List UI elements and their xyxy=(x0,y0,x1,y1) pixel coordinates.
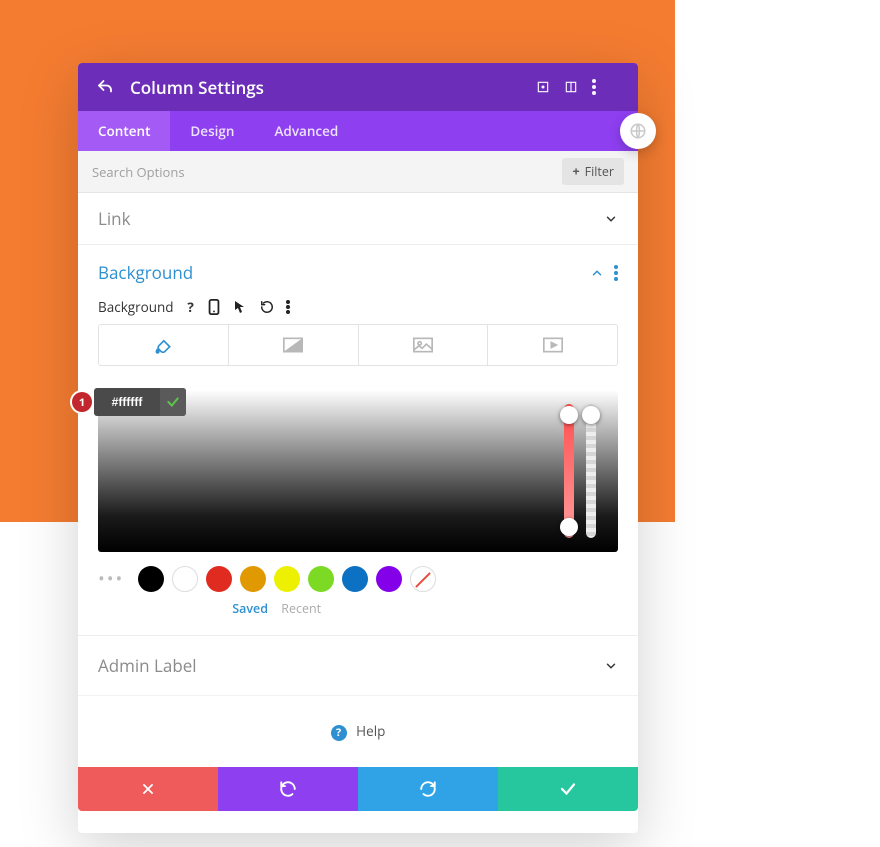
help-circle-icon: ? xyxy=(331,725,347,741)
help-icon[interactable]: ? xyxy=(182,298,200,316)
swatch-tab-recent[interactable]: Recent xyxy=(281,600,321,617)
section-background: Background Background ? xyxy=(78,245,638,372)
modal-title: Column Settings xyxy=(130,76,536,99)
section-background-title: Background xyxy=(98,261,193,284)
back-arrow-icon xyxy=(96,78,114,96)
swatch-black[interactable] xyxy=(138,566,164,592)
color-picker: 1 xyxy=(98,390,618,552)
background-field-label: Background xyxy=(98,298,174,316)
bg-tab-image[interactable] xyxy=(359,325,489,365)
swatch-set-tabs: Saved Recent xyxy=(78,594,638,635)
globe-button[interactable] xyxy=(620,113,656,149)
bg-tab-gradient[interactable] xyxy=(229,325,359,365)
swatch-row: ••• xyxy=(78,552,638,594)
section-link[interactable]: Link xyxy=(78,193,638,245)
redo-button[interactable] xyxy=(358,767,498,811)
tab-design[interactable]: Design xyxy=(170,111,254,151)
filter-button-label: Filter xyxy=(585,163,614,180)
search-options-row: Search Options + Filter xyxy=(78,151,638,193)
swatch-white[interactable] xyxy=(172,566,198,592)
layout-icon xyxy=(564,80,578,94)
annotation-badge: 1 xyxy=(72,392,92,412)
modal-footer xyxy=(78,767,638,811)
tab-advanced[interactable]: Advanced xyxy=(254,111,358,151)
cancel-button[interactable] xyxy=(78,767,218,811)
hover-icon[interactable] xyxy=(234,300,252,314)
swatch-red[interactable] xyxy=(206,566,232,592)
bg-tab-video[interactable] xyxy=(488,325,617,365)
swatch-purple[interactable] xyxy=(376,566,402,592)
column-settings-modal: Column Settings Content Design Advanced … xyxy=(78,63,638,811)
swatch-tab-saved[interactable]: Saved xyxy=(138,600,268,617)
undo-icon xyxy=(279,780,297,798)
paint-bucket-icon xyxy=(153,335,173,355)
hue-slider-knob-bottom[interactable] xyxy=(560,518,578,536)
swatch-blue[interactable] xyxy=(342,566,368,592)
hex-input[interactable] xyxy=(94,395,160,409)
check-icon xyxy=(559,780,577,798)
search-options-input[interactable]: Search Options xyxy=(92,163,562,181)
undo-button[interactable] xyxy=(218,767,358,811)
alpha-slider[interactable] xyxy=(586,404,596,538)
background-type-tabs xyxy=(98,324,618,366)
save-button[interactable] xyxy=(498,767,638,811)
expand-icon xyxy=(536,80,550,94)
chevron-down-icon xyxy=(604,212,618,226)
kebab-icon xyxy=(592,79,596,95)
hex-confirm-button[interactable] xyxy=(160,388,186,416)
help-row: ? Help xyxy=(78,695,638,767)
plus-icon: + xyxy=(572,163,579,180)
hue-slider-knob-top[interactable] xyxy=(560,406,578,424)
kebab-icon xyxy=(614,265,618,281)
check-icon xyxy=(166,395,180,409)
section-admin-label-title: Admin Label xyxy=(98,654,197,677)
hex-input-group xyxy=(94,388,186,416)
swatch-more-button[interactable]: ••• xyxy=(98,567,124,591)
color-picker-canvas[interactable] xyxy=(98,390,618,552)
globe-icon xyxy=(629,122,647,140)
reset-icon[interactable] xyxy=(260,300,278,314)
section-more-button[interactable] xyxy=(614,265,618,281)
expand-button[interactable] xyxy=(536,80,564,94)
settings-tabs: Content Design Advanced xyxy=(78,111,638,151)
more-button[interactable] xyxy=(592,79,620,95)
alpha-slider-knob[interactable] xyxy=(582,406,600,424)
swatch-none[interactable] xyxy=(410,566,436,592)
swatch-orange[interactable] xyxy=(240,566,266,592)
image-icon xyxy=(413,337,433,353)
modal-header: Column Settings xyxy=(78,63,638,111)
collapse-background-button[interactable] xyxy=(590,266,604,280)
back-button[interactable] xyxy=(96,78,120,96)
bg-tab-color[interactable] xyxy=(99,325,229,365)
layout-button[interactable] xyxy=(564,80,592,94)
responsive-icon[interactable] xyxy=(208,299,226,315)
section-link-title: Link xyxy=(98,207,131,230)
swatch-green[interactable] xyxy=(308,566,334,592)
video-icon xyxy=(543,337,563,353)
filter-button[interactable]: + Filter xyxy=(562,158,624,185)
swatch-yellow[interactable] xyxy=(274,566,300,592)
tab-content[interactable]: Content xyxy=(78,111,170,151)
close-icon xyxy=(141,782,155,796)
section-admin-label[interactable]: Admin Label xyxy=(78,635,638,695)
chevron-down-icon xyxy=(604,659,618,673)
redo-icon xyxy=(419,780,437,798)
field-more-button[interactable] xyxy=(286,300,304,314)
gradient-icon xyxy=(283,337,303,353)
hue-slider[interactable] xyxy=(564,404,574,538)
help-link[interactable]: Help xyxy=(356,722,385,740)
